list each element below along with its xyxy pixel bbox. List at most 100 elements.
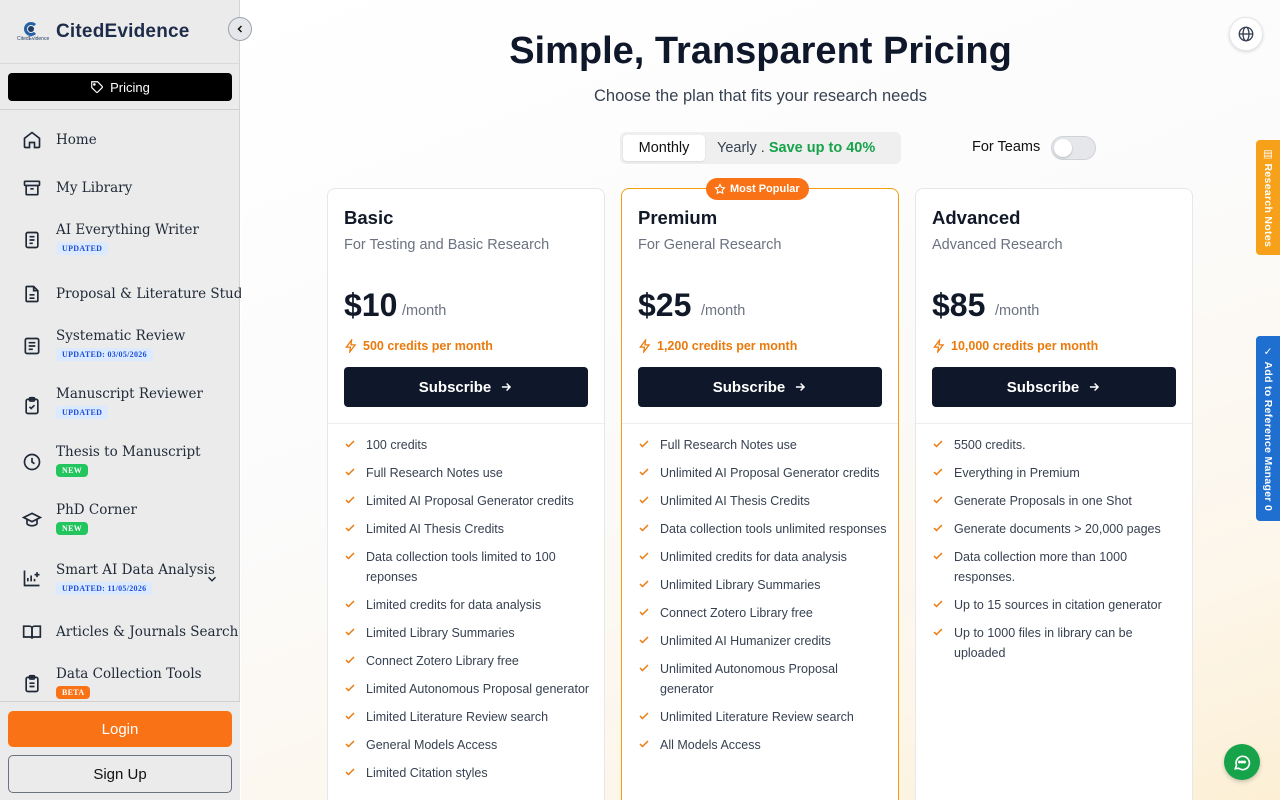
- check-icon: [639, 740, 649, 748]
- check-icon: [639, 552, 649, 560]
- feature-item: Generate Proposals in one Shot: [932, 491, 1182, 511]
- reference-manager-tab[interactable]: ✓ Add to Reference Manager 0: [1256, 336, 1280, 521]
- sidebar-item-articles-journals-search[interactable]: Articles & Journals Search: [0, 622, 240, 642]
- subscribe-button-advanced[interactable]: Subscribe: [932, 367, 1176, 407]
- feature-list: 100 credits Full Research Notes use Limite…: [344, 435, 594, 791]
- feature-item: Limited AI Proposal Generator credits: [344, 491, 594, 511]
- collapse-sidebar-button[interactable]: [228, 17, 252, 41]
- check-icon: [933, 496, 943, 504]
- sidebar-item-my-library[interactable]: My Library: [0, 178, 240, 198]
- notes-icon: ▤: [1262, 147, 1274, 164]
- check-icon: [345, 768, 355, 776]
- new-badge: NEW: [56, 464, 89, 477]
- archive-icon: [22, 178, 42, 198]
- plan-price: $85: [932, 287, 986, 323]
- graduation-cap-icon: [22, 510, 42, 530]
- feature-item: Limited Autonomous Proposal generator: [344, 679, 594, 699]
- sidebar-item-phd-corner[interactable]: PhD Corner NEW: [0, 502, 240, 538]
- feature-item: Unlimited Library Summaries: [638, 575, 888, 595]
- plan-name: Advanced: [932, 207, 1021, 228]
- feature-item: Full Research Notes use: [344, 463, 594, 483]
- sidebar-item-label: AI Everything Writer: [56, 222, 199, 238]
- feature-item: Limited credits for data analysis: [344, 595, 594, 615]
- check-icon: [345, 524, 355, 532]
- feature-item: All Models Access: [638, 735, 888, 755]
- plan-card-premium: Most Popular Premium For General Researc…: [621, 178, 899, 800]
- feature-item: Unlimited Literature Review search: [638, 707, 888, 727]
- signup-button[interactable]: Sign Up: [8, 755, 232, 793]
- reference-count: 0: [1262, 504, 1274, 512]
- check-icon: [639, 608, 649, 616]
- check-icon: [639, 664, 649, 672]
- arrow-right-icon: [1090, 382, 1100, 392]
- document-icon: [22, 230, 42, 250]
- check-icon: [639, 712, 649, 720]
- clipboard-list-icon: [22, 674, 42, 694]
- check-icon: [639, 440, 649, 448]
- check-icon: [345, 740, 355, 748]
- pricing-page: Simple, Transparent Pricing Choose the p…: [241, 0, 1280, 800]
- sidebar-item-manuscript-reviewer[interactable]: Manuscript Reviewer UPDATED: [0, 386, 240, 422]
- yearly-label: Yearly .: [717, 140, 765, 156]
- sidebar-item-label: Data Collection Tools: [56, 666, 202, 682]
- check-icon: [933, 468, 943, 476]
- brand[interactable]: CitedEvidence CitedEvidence: [0, 0, 239, 64]
- feature-item: 5500 credits.: [932, 435, 1182, 455]
- sidebar-item-label: Home: [56, 132, 97, 148]
- sidebar-item-proposal-literature-studio[interactable]: Proposal & Literature Studio: [0, 284, 255, 304]
- monthly-option[interactable]: Monthly: [623, 135, 705, 161]
- check-icon: [933, 552, 943, 560]
- feature-item: Full Research Notes use: [638, 435, 888, 455]
- plan-name: Basic: [344, 207, 394, 228]
- feature-item: Up to 15 sources in citation generator: [932, 595, 1182, 615]
- feature-item: Up to 1000 files in library can be uploa…: [932, 623, 1182, 663]
- chart-icon: [22, 568, 42, 588]
- plan-period: /month: [701, 303, 746, 319]
- check-icon: [933, 524, 943, 532]
- teams-toggle[interactable]: [1051, 136, 1096, 160]
- sidebar-item-thesis-to-manuscript[interactable]: Thesis to Manuscript NEW: [0, 444, 240, 480]
- feature-item: Everything in Premium: [932, 463, 1182, 483]
- list-icon: [22, 336, 42, 356]
- check-icon: [933, 440, 943, 448]
- sidebar-item-ai-everything-writer[interactable]: AI Everything Writer UPDATED: [0, 222, 240, 258]
- check-icon: [933, 600, 943, 608]
- clipboard-check-icon: [22, 396, 42, 416]
- check-icon: [639, 496, 649, 504]
- brand-logo: CitedEvidence: [17, 21, 49, 43]
- yearly-option[interactable]: Yearly . Save up to 40%: [717, 140, 875, 156]
- feature-item: Unlimited AI Proposal Generator credits: [638, 463, 888, 483]
- login-button[interactable]: Login: [8, 711, 232, 747]
- plan-credits: 1,200 credits per month: [638, 339, 797, 353]
- sidebar-item-label: Proposal & Literature Studio: [56, 286, 255, 302]
- sidebar-item-systematic-review[interactable]: Systematic Review UPDATED: 03/05/2026: [0, 328, 240, 364]
- updated-badge: UPDATED: 11/05/2026: [56, 582, 153, 595]
- updated-badge: UPDATED: [56, 406, 109, 419]
- beta-badge: BETA: [56, 686, 91, 699]
- check-icon: [345, 712, 355, 720]
- research-notes-tab[interactable]: ▤ Research Notes: [1256, 140, 1280, 255]
- sidebar-item-data-collection-tools[interactable]: Data Collection Tools BETA: [0, 666, 240, 702]
- plan-credits: 500 credits per month: [344, 339, 493, 353]
- chevron-down-icon[interactable]: [205, 572, 219, 591]
- subscribe-button-basic[interactable]: Subscribe: [344, 367, 588, 407]
- arrow-right-icon: [502, 382, 512, 392]
- sidebar-item-smart-ai-data-analysis[interactable]: Smart AI Data Analysis UPDATED: 11/05/20…: [0, 562, 240, 598]
- pricing-button[interactable]: Pricing: [8, 73, 232, 101]
- tag-icon: [91, 81, 104, 93]
- page-subtitle: Choose the plan that fits your research …: [594, 87, 927, 105]
- chat-button[interactable]: [1224, 744, 1260, 780]
- check-icon: [345, 628, 355, 636]
- feature-list: 5500 credits. Everything in Premium Genera…: [932, 435, 1182, 671]
- subscribe-button-premium[interactable]: Subscribe: [638, 367, 882, 407]
- plan-card-basic: Basic For Testing and Basic Research $10…: [327, 188, 605, 800]
- check-icon: [345, 440, 355, 448]
- lightning-icon: [345, 339, 357, 353]
- feature-item: Connect Zotero Library free: [638, 603, 888, 623]
- plan-description: Advanced Research: [932, 237, 1063, 253]
- feature-item: Limited Literature Review search: [344, 707, 594, 727]
- feature-item: Unlimited AI Thesis Credits: [638, 491, 888, 511]
- feature-item: 100 credits: [344, 435, 594, 455]
- sidebar-item-home[interactable]: Home: [0, 130, 240, 150]
- check-icon: [639, 580, 649, 588]
